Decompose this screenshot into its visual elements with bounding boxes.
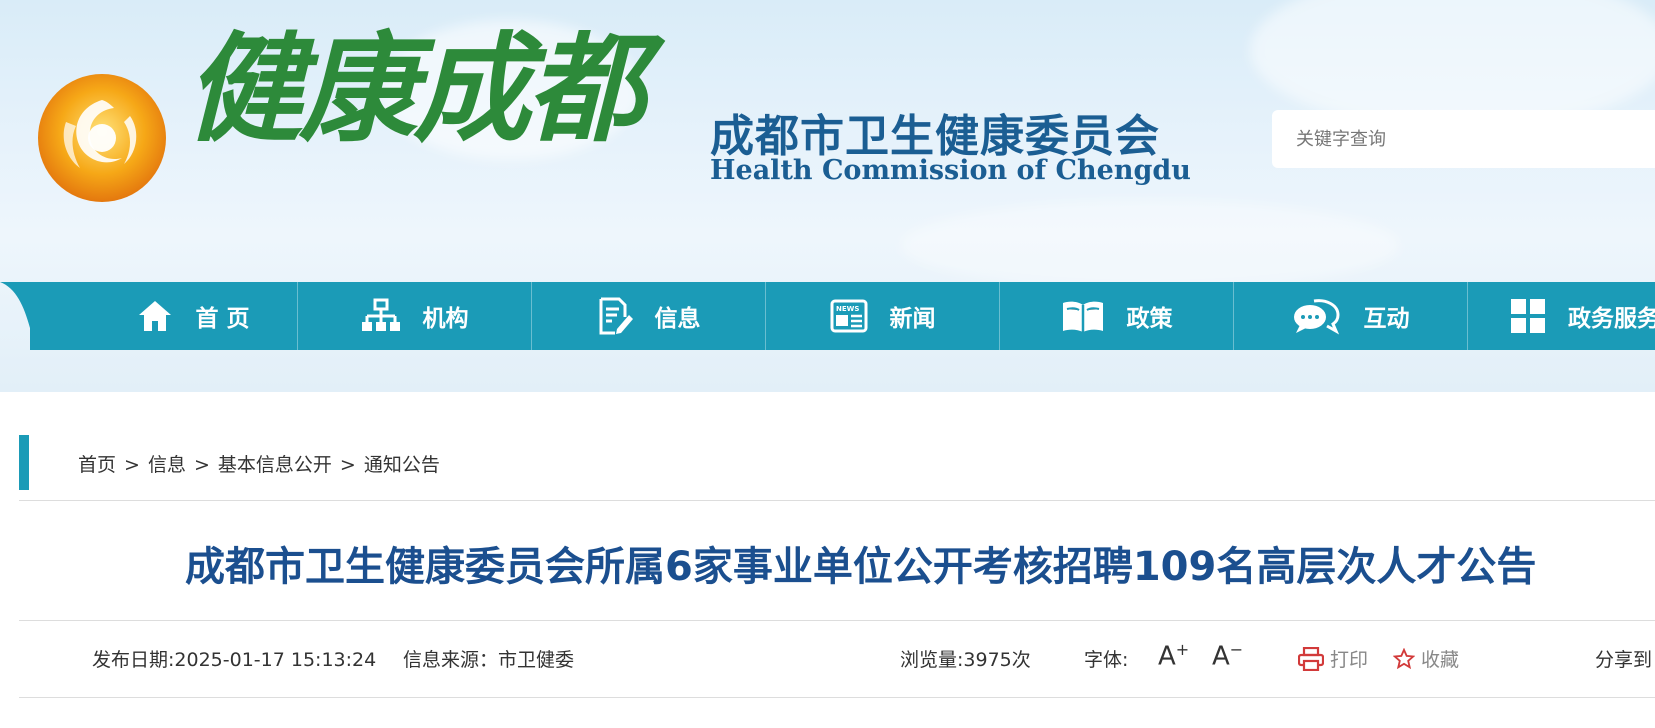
- breadcrumb-accent: [19, 435, 29, 490]
- print-label: 打印: [1330, 649, 1369, 671]
- font-increase-button[interactable]: A+: [1158, 640, 1189, 672]
- nav-label: 互动: [1363, 306, 1410, 332]
- nav-item-info[interactable]: 信息: [531, 282, 765, 350]
- nav-item-interact[interactable]: 互动: [1233, 282, 1467, 350]
- nav-label: 新闻: [889, 306, 936, 332]
- breadcrumb: 首页 > 信息 > 基本信息公开 > 通知公告: [78, 450, 440, 477]
- search-input[interactable]: [1272, 110, 1655, 168]
- share-label: 分享到: [1595, 649, 1653, 671]
- nav-label: 政策: [1126, 306, 1173, 332]
- nav-item-news[interactable]: NEWS 新闻: [765, 282, 999, 350]
- favorite-label: 收藏: [1421, 649, 1460, 671]
- main-nav: 首 页 机构 信息 NEWS 新闻 政策 互动 政务服务: [0, 282, 1655, 350]
- grid-icon: [1511, 299, 1545, 333]
- nav-label: 信息: [654, 306, 701, 332]
- font-decrease-button[interactable]: A−: [1212, 640, 1243, 672]
- breadcrumb-separator: >: [124, 454, 140, 476]
- breadcrumb-home[interactable]: 首页: [78, 454, 116, 476]
- nav-label: 政务服务: [1568, 306, 1655, 332]
- minus-icon: −: [1229, 640, 1244, 659]
- logo-sun-icon[interactable]: [36, 72, 168, 204]
- breadcrumb-info[interactable]: 信息: [148, 454, 186, 476]
- divider: [19, 500, 1655, 501]
- home-icon: [139, 301, 172, 331]
- nav-label: 机构: [422, 306, 469, 332]
- book-icon: [1062, 301, 1103, 332]
- breadcrumb-basic-info[interactable]: 基本信息公开: [218, 454, 332, 476]
- nav-item-policy[interactable]: 政策: [999, 282, 1233, 350]
- nav-label: 首 页: [195, 306, 250, 332]
- org-name-en: Health Commission of Chengdu: [710, 155, 1191, 186]
- view-count: 浏览量:3975次: [900, 649, 1031, 671]
- font-increase-label: A: [1158, 641, 1176, 672]
- cloud-decoration: [900, 200, 1400, 290]
- favorite-button[interactable]: 收藏: [1393, 645, 1459, 672]
- font-size-label: 字体:: [1084, 649, 1129, 671]
- nav-item-services[interactable]: 政务服务: [1467, 282, 1655, 350]
- svg-text:NEWS: NEWS: [836, 305, 859, 313]
- info-source: 信息来源：市卫健委: [403, 649, 575, 671]
- printer-icon: [1298, 646, 1324, 671]
- chat-icon: [1293, 299, 1340, 335]
- font-decrease-label: A: [1212, 641, 1230, 672]
- article-title: 成都市卫生健康委员会所属6家事业单位公开考核招聘109名高层次人才公告: [185, 544, 1537, 590]
- org-chart-icon: [361, 298, 400, 331]
- print-button[interactable]: 打印: [1298, 645, 1368, 672]
- nav-item-home[interactable]: 首 页: [90, 282, 297, 350]
- breadcrumb-separator: >: [339, 454, 356, 476]
- divider: [19, 620, 1655, 621]
- plus-icon: +: [1175, 640, 1190, 659]
- publish-date: 发布日期:2025-01-17 15:13:24: [92, 649, 377, 671]
- star-icon: [1393, 647, 1415, 669]
- document-edit-icon: [599, 297, 633, 335]
- divider: [19, 697, 1655, 698]
- nav-item-org[interactable]: 机构: [297, 282, 531, 350]
- breadcrumb-separator: >: [193, 454, 210, 476]
- news-icon: NEWS: [830, 299, 867, 333]
- breadcrumb-notices[interactable]: 通知公告: [364, 454, 440, 476]
- site-logo-text[interactable]: 健康成都: [185, 30, 645, 148]
